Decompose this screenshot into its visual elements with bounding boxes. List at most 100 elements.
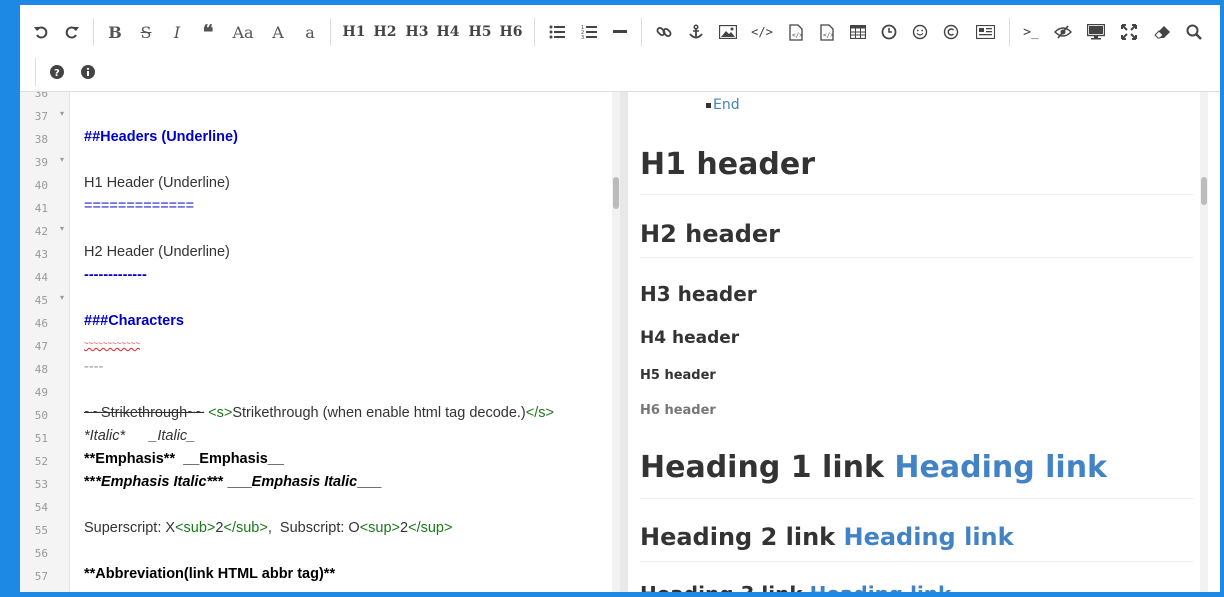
code-line: ###Characters bbox=[20, 310, 620, 333]
html-tag: <s> bbox=[208, 405, 233, 421]
code-line bbox=[20, 92, 620, 106]
code-text: ~~~~~~~~~~~~ bbox=[84, 339, 141, 348]
code-text: H2 Header (Underline) bbox=[84, 244, 230, 260]
anchor-icon[interactable] bbox=[685, 18, 707, 46]
code-text: H1 Header (Underline) bbox=[84, 175, 230, 191]
html-preview-pane: End H1 header H2 header H3 header H4 hea… bbox=[628, 92, 1220, 592]
fullscreen-arrows-icon[interactable] bbox=[1118, 18, 1140, 46]
ordered-list-icon[interactable]: 123 bbox=[578, 18, 600, 46]
code-line: H2 Header (Underline) bbox=[20, 241, 620, 264]
editor-scrollbar-thumb[interactable] bbox=[613, 177, 619, 209]
undo-icon[interactable] bbox=[30, 18, 52, 46]
datetime-clock-icon[interactable] bbox=[878, 18, 900, 46]
help-question-icon[interactable]: ? bbox=[47, 58, 67, 86]
editor-scrollbar[interactable] bbox=[612, 92, 620, 592]
strikethrough-button[interactable]: S bbox=[136, 18, 156, 46]
list-item-link-end[interactable]: End bbox=[713, 97, 740, 113]
emoji-smiley-icon[interactable] bbox=[909, 18, 931, 46]
list-bullet bbox=[706, 103, 711, 108]
unordered-list-icon[interactable] bbox=[546, 18, 568, 46]
bold-text: Emphasis bbox=[95, 451, 164, 467]
preformatted-text-icon[interactable]: </> bbox=[816, 18, 838, 46]
line-number: 56 bbox=[34, 547, 48, 560]
code-line: **Emphasis** __Emphasis__ bbox=[20, 448, 620, 471]
preview-h4: H4 header bbox=[640, 328, 740, 348]
html-tag: <sub> bbox=[175, 520, 216, 536]
italic-text: _Italic_ bbox=[149, 428, 196, 444]
code-text: ---- bbox=[84, 359, 104, 375]
fold-arrow-icon[interactable]: ▾ bbox=[60, 293, 64, 302]
uppercase-button[interactable]: A bbox=[268, 18, 288, 46]
gutter-row: 49 bbox=[20, 380, 620, 403]
horizontal-rule-icon[interactable] bbox=[609, 18, 631, 46]
toolbar-separator bbox=[534, 18, 535, 46]
plain-text: Strikethrough (when enable html tag deco… bbox=[232, 405, 526, 421]
preview-h6: H6 header bbox=[640, 403, 716, 418]
goto-line-terminal-icon[interactable]: >_ bbox=[1019, 18, 1043, 46]
quote-icon[interactable]: ❝ bbox=[197, 18, 219, 46]
bold-button[interactable]: B bbox=[105, 18, 125, 46]
h6-button[interactable]: H6 bbox=[498, 18, 524, 46]
bold-text: Emphasis bbox=[199, 451, 268, 467]
svg-text:3: 3 bbox=[581, 35, 584, 40]
toolbar-separator bbox=[35, 58, 36, 86]
markup: ___ bbox=[357, 474, 382, 490]
markup: __ bbox=[267, 451, 284, 467]
markup: ** ___ bbox=[212, 474, 252, 490]
info-icon[interactable] bbox=[78, 58, 98, 86]
clear-eraser-icon[interactable] bbox=[1151, 18, 1173, 46]
h1-button[interactable]: H1 bbox=[341, 18, 367, 46]
lowercase-button[interactable]: a bbox=[300, 18, 320, 46]
heading-text: Heading 2 link bbox=[640, 523, 836, 551]
code-line: ~~~~~~~~~~~~ bbox=[20, 333, 620, 356]
preview-heading-3-link: Heading 3 link Heading link bbox=[640, 582, 1193, 592]
page-break-newspaper-icon[interactable] bbox=[973, 18, 997, 46]
heading-link[interactable]: Heading link bbox=[844, 523, 1014, 551]
table-icon[interactable] bbox=[847, 18, 869, 46]
italic-button[interactable]: I bbox=[167, 18, 187, 46]
markdown-editor-window: B S I ❝ Aa A a H1 H2 H3 H4 H5 H6 123 </>… bbox=[20, 5, 1220, 592]
toolbar-separator bbox=[330, 18, 331, 46]
heading-text: Heading 3 link bbox=[640, 582, 803, 592]
gutter-row: 39 ▾ bbox=[20, 150, 620, 173]
code-text: ------------- bbox=[84, 267, 147, 283]
line-number: 42 bbox=[34, 225, 48, 238]
heading-link[interactable]: Heading link bbox=[810, 582, 952, 592]
heading-link[interactable]: Heading link bbox=[894, 450, 1107, 485]
search-icon[interactable] bbox=[1183, 18, 1205, 46]
code-text: **Abbreviation(link HTML abbr tag)** bbox=[84, 566, 336, 582]
code-text: ============= bbox=[84, 198, 195, 214]
watch-toggle-eye-slash-icon[interactable] bbox=[1052, 18, 1074, 46]
preview-h3: H3 header bbox=[640, 282, 757, 306]
h4-button[interactable]: H4 bbox=[435, 18, 461, 46]
ucfirst-button[interactable]: Aa bbox=[229, 18, 257, 46]
code-text: ~~Strikethrough~~ <s>Strikethrough (when… bbox=[84, 405, 554, 421]
code-line: H1 Header (Underline) bbox=[20, 172, 620, 195]
h3-button[interactable]: H3 bbox=[404, 18, 430, 46]
redo-icon[interactable] bbox=[61, 18, 83, 46]
plain-text: 2 bbox=[400, 520, 409, 536]
pane-divider[interactable] bbox=[620, 92, 628, 592]
gutter-row: 37 ▾ bbox=[20, 104, 620, 127]
strikethrough-text: ~~Strikethrough~~ bbox=[84, 405, 205, 421]
code-block-icon[interactable]: </> bbox=[785, 18, 807, 46]
preview-scrollbar-thumb[interactable] bbox=[1201, 177, 1207, 205]
preview-scrollbar[interactable] bbox=[1200, 92, 1208, 592]
image-icon[interactable] bbox=[717, 18, 739, 46]
line-number: 49 bbox=[34, 386, 48, 399]
fold-arrow-icon[interactable]: ▾ bbox=[60, 109, 64, 118]
preview-desktop-icon[interactable] bbox=[1085, 18, 1107, 46]
html-entities-copyright-icon[interactable] bbox=[940, 18, 962, 46]
line-number: 45 bbox=[34, 294, 48, 307]
gutter-row: 56 bbox=[20, 541, 620, 564]
fold-arrow-icon[interactable]: ▾ bbox=[60, 224, 64, 233]
toolbar-separator bbox=[1009, 18, 1010, 46]
fold-arrow-icon[interactable]: ▾ bbox=[60, 155, 64, 164]
h2-button[interactable]: H2 bbox=[372, 18, 398, 46]
inline-code-icon[interactable]: </> bbox=[751, 18, 773, 46]
line-number: 54 bbox=[34, 501, 48, 514]
link-icon[interactable] bbox=[653, 18, 675, 46]
toolbar-separator bbox=[93, 18, 94, 46]
h5-button[interactable]: H5 bbox=[467, 18, 493, 46]
markdown-editor-pane[interactable]: 36 37 ▾ 38 39 ▾ 40 41 42 ▾ 43 44 45 ▾ 46 47 48 49 50 51 52 53… bbox=[20, 92, 620, 592]
